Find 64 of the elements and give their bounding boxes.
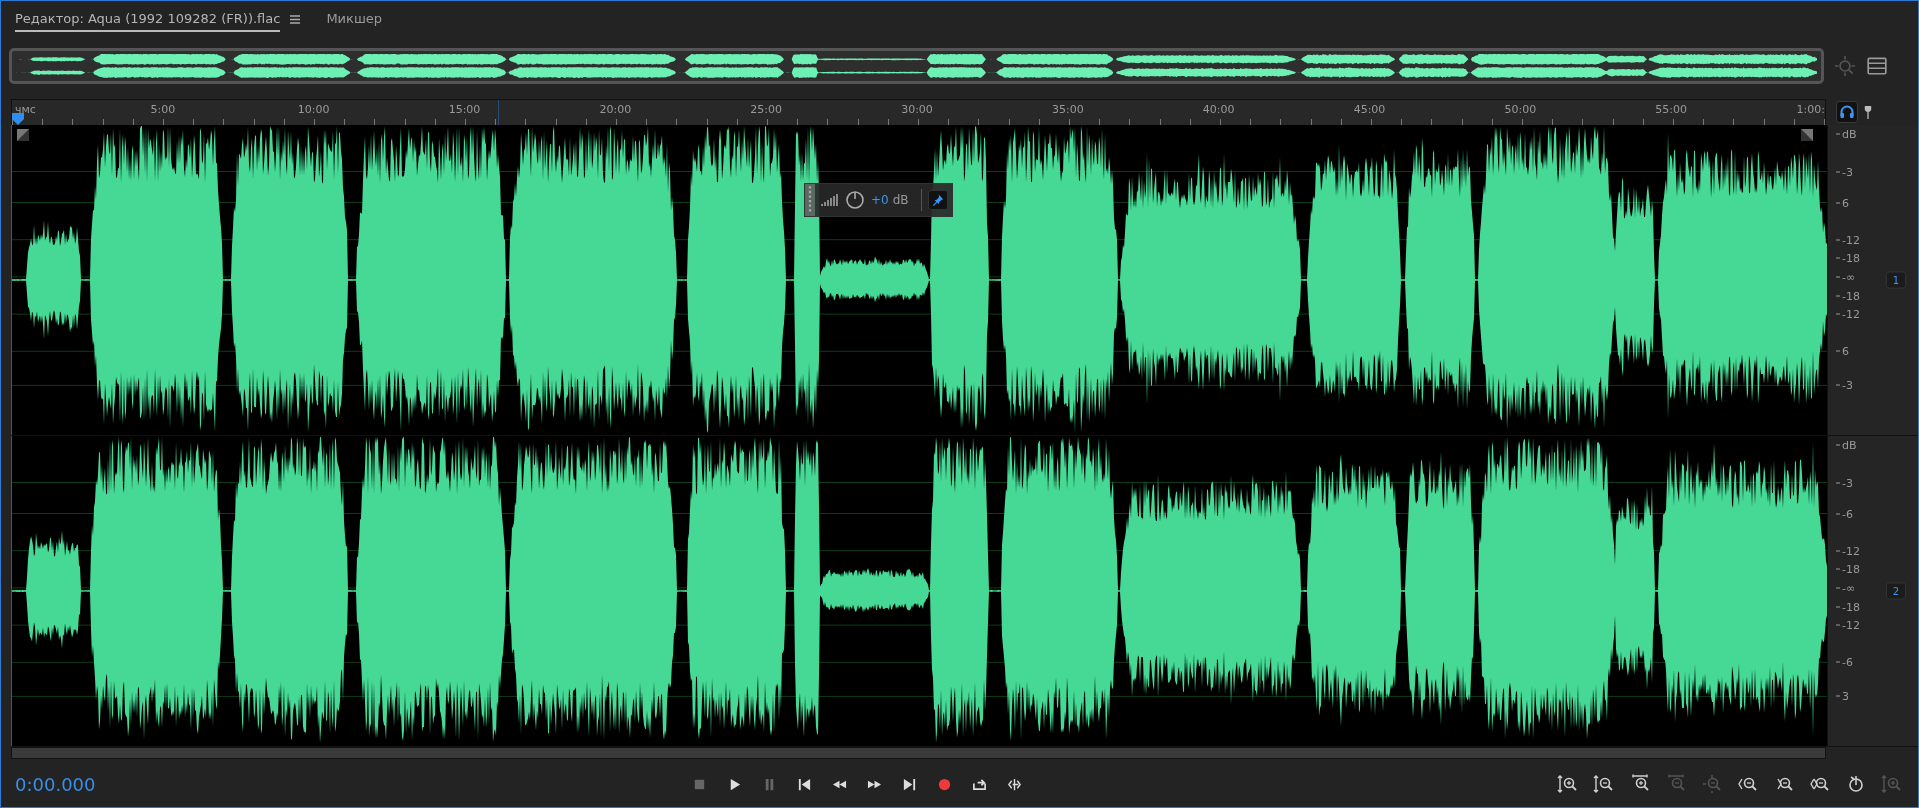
time-label: 45:00 (1353, 103, 1386, 116)
drag-grip-icon[interactable] (805, 184, 815, 216)
editor-tab[interactable]: Редактор: Aqua (1992 109282 (FR)).flac (15, 6, 281, 32)
pin-button[interactable] (927, 190, 948, 210)
time-label: 50:00 (1504, 103, 1537, 116)
fade-in-handle[interactable] (17, 129, 29, 141)
headphones-icon (1839, 104, 1855, 120)
record-icon (937, 776, 952, 792)
level-bars-icon (821, 193, 839, 207)
waveform[interactable] (11, 436, 1827, 746)
db-scale-label: -12 (1836, 307, 1860, 321)
db-scale-label: -18 (1836, 562, 1860, 576)
gain-hud[interactable]: +0 dB (804, 183, 953, 217)
db-scale-label: 6 (1836, 196, 1849, 209)
db-scale-label: dB (1836, 127, 1857, 141)
db-scale-label: -12 (1836, 618, 1860, 632)
db-scale-label: -12 (1836, 233, 1860, 247)
db-scale-label: -3 (1836, 165, 1853, 178)
time-label: 55:00 (1655, 103, 1687, 116)
magnifier-icon (1701, 774, 1723, 794)
db-scale-label: 6 (1836, 344, 1849, 358)
time-label: 15:00 (448, 103, 481, 116)
time-unit-label: чмс (15, 103, 36, 116)
db-scale-label: -6 (1836, 507, 1853, 520)
horizontal-scrollbar[interactable] (11, 747, 1826, 759)
db-scale-label: -6 (1836, 655, 1853, 669)
time-label: 20:00 (599, 103, 632, 116)
db-scale-label: -3 (1836, 476, 1853, 489)
magnifier-icon (1557, 774, 1579, 794)
time-label: 5:00 (150, 103, 176, 116)
headphones-button[interactable] (1836, 101, 1858, 123)
time-label: 1:00: (1796, 103, 1825, 116)
magnifier-icon (1881, 774, 1903, 794)
time-display: 0:00.000 (15, 773, 96, 795)
skip-icon (1007, 776, 1022, 792)
fade-out-handle[interactable] (1801, 129, 1813, 141)
to-end-icon (902, 776, 917, 792)
db-scale-label: -18 (1836, 600, 1860, 613)
pin-icon (931, 194, 944, 206)
time-label: 40:00 (1202, 103, 1235, 116)
time-label: 10:00 (297, 103, 330, 116)
gain-knob[interactable] (845, 190, 865, 210)
time-ruler[interactable]: чмс 5:00 10:00 15:00 20:00 25:00 30:00 35:00 40:00 45:00 50:00 55:00 1:00: (11, 99, 1826, 125)
db-scale-label: -18 (1836, 289, 1860, 302)
magnifier-icon (1593, 774, 1615, 794)
menu-icon[interactable] (290, 14, 301, 24)
db-scale-label: -18 (1836, 251, 1860, 265)
list-icon[interactable] (1866, 55, 1888, 77)
channel-number[interactable]: 2 (1885, 582, 1906, 600)
db-scale-label: 3 (1836, 689, 1849, 703)
to-start-icon (797, 776, 812, 792)
marker-pin-icon[interactable] (1864, 104, 1872, 120)
db-scale-label: -3 (1836, 378, 1853, 392)
channel-number[interactable]: 1 (1885, 271, 1906, 289)
db-scale-label: -12 (1836, 544, 1860, 558)
time-label: 35:00 (1052, 103, 1084, 116)
gain-unit: dB (892, 193, 909, 207)
overview-waveform[interactable] (9, 48, 1824, 84)
gain-value: +0 (871, 193, 889, 207)
db-scale-label: dB (1836, 438, 1857, 452)
time-label: 30:00 (901, 103, 933, 116)
time-label: 25:00 (750, 103, 782, 116)
waveform[interactable] (11, 125, 1827, 435)
editor-tab[interactable]: Микшер (326, 6, 383, 32)
